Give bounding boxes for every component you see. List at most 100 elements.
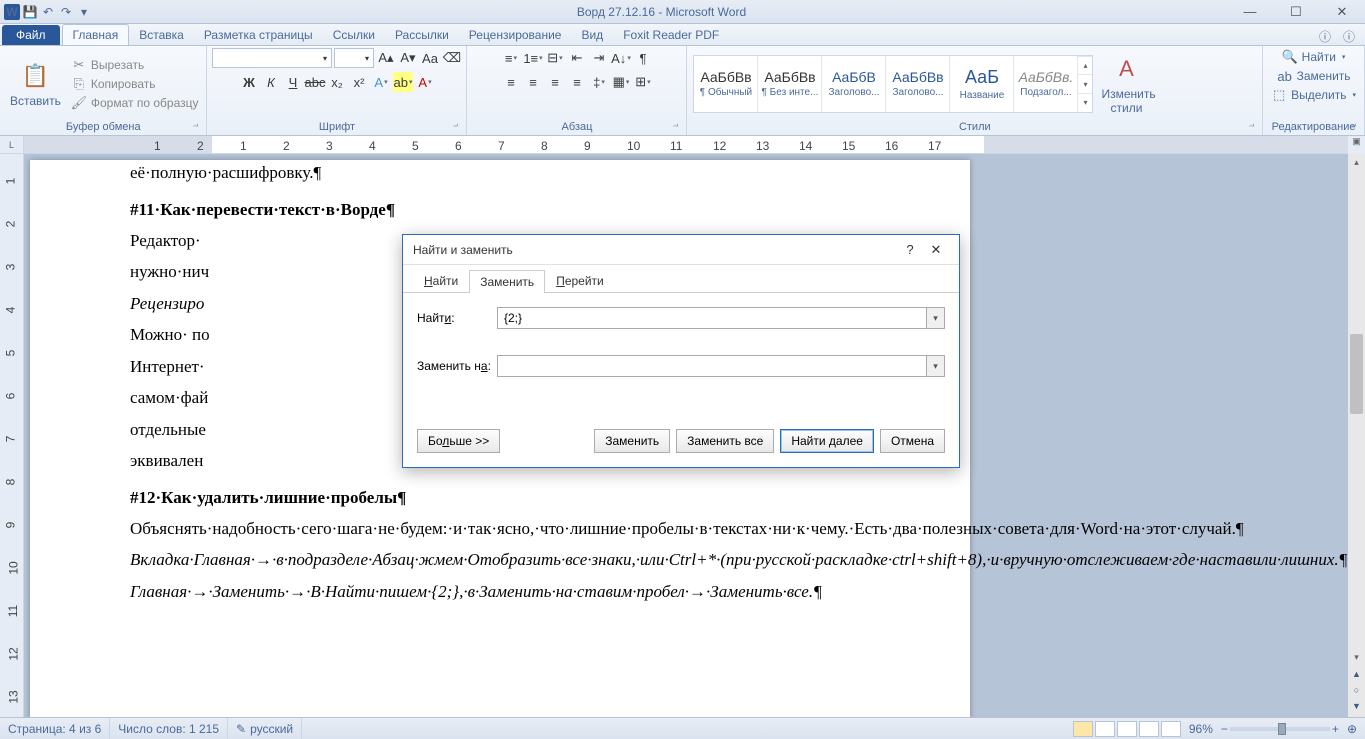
line-spacing-icon[interactable]: ‡	[589, 72, 609, 92]
style-no-spacing[interactable]: АаБбВв¶ Без инте...	[758, 56, 822, 112]
find-next-button[interactable]: Найти далее	[780, 429, 874, 453]
shrink-font-icon[interactable]: A▾	[398, 48, 418, 68]
browse-object[interactable]: ▲ ○ ▼	[1348, 669, 1365, 717]
styles-scroll[interactable]: ▴▾▾	[1078, 56, 1092, 112]
status-zoom[interactable]: 96%	[1189, 722, 1213, 736]
find-history-dropdown[interactable]: ▾	[926, 308, 944, 328]
tab-view[interactable]: Вид	[571, 25, 613, 45]
numbering-icon[interactable]: 1≡	[523, 48, 543, 68]
qat-more-icon[interactable]: ▾	[76, 4, 92, 20]
style-heading2[interactable]: АаБбВвЗаголово...	[886, 56, 950, 112]
change-case-icon[interactable]: Aa	[420, 48, 440, 68]
sort-icon[interactable]: A↓	[611, 48, 631, 68]
format-painter-button[interactable]: 🖌Формат по образцу	[69, 94, 201, 112]
minimize-ribbon-icon[interactable]: ⓘ	[1319, 28, 1331, 45]
zoom-slider[interactable]	[1230, 727, 1330, 731]
view-draft[interactable]	[1161, 721, 1181, 737]
replace-input[interactable]	[498, 356, 926, 376]
tab-home[interactable]: Главная	[62, 24, 130, 45]
copy-button[interactable]: ⎘Копировать	[69, 75, 201, 93]
tab-insert[interactable]: Вставка	[129, 25, 194, 45]
scroll-thumb[interactable]	[1350, 334, 1363, 414]
undo-icon[interactable]: ↶	[40, 4, 56, 20]
more-options-button[interactable]: Больше >>	[417, 429, 500, 453]
align-left-icon[interactable]: ≡	[501, 72, 521, 92]
font-color-icon[interactable]: A	[415, 72, 435, 92]
dialog-titlebar[interactable]: Найти и заменить ? ✕	[403, 235, 959, 265]
font-name-combo[interactable]: ▾	[212, 48, 332, 68]
italic-icon[interactable]: К	[261, 72, 281, 92]
grow-font-icon[interactable]: A▴	[376, 48, 396, 68]
underline-icon[interactable]: Ч	[283, 72, 303, 92]
tab-page-layout[interactable]: Разметка страницы	[194, 25, 323, 45]
help-icon[interactable]: ⓘ	[1343, 28, 1355, 45]
tab-review[interactable]: Рецензирование	[459, 25, 572, 45]
redo-icon[interactable]: ↷	[58, 4, 74, 20]
align-right-icon[interactable]: ≡	[545, 72, 565, 92]
align-center-icon[interactable]: ≡	[523, 72, 543, 92]
shading-icon[interactable]: ▦	[611, 72, 631, 92]
status-page[interactable]: Страница: 4 из 6	[0, 718, 110, 739]
show-marks-icon[interactable]: ¶	[633, 48, 653, 68]
replace-button[interactable]: abЗаменить	[1275, 67, 1353, 85]
style-title[interactable]: АаБНазвание	[950, 56, 1014, 112]
cancel-button[interactable]: Отмена	[880, 429, 945, 453]
tab-references[interactable]: Ссылки	[323, 25, 385, 45]
styles-gallery[interactable]: АаБбВв¶ Обычный АаБбВв¶ Без инте... АаБб…	[693, 55, 1093, 113]
subscript-icon[interactable]: x₂	[327, 72, 347, 92]
view-full-screen[interactable]	[1095, 721, 1115, 737]
scroll-down-icon[interactable]: ▾	[1348, 649, 1365, 666]
save-icon[interactable]: 💾	[22, 4, 38, 20]
highlight-icon[interactable]: ab	[393, 72, 413, 92]
dialog-tab-find[interactable]: Найти	[413, 269, 469, 292]
close-button[interactable]: ✕	[1319, 2, 1365, 22]
minimize-button[interactable]: —	[1227, 2, 1273, 22]
tab-mailings[interactable]: Рассылки	[385, 25, 459, 45]
replace-all-button[interactable]: Заменить все	[676, 429, 774, 453]
superscript-icon[interactable]: x²	[349, 72, 369, 92]
strike-icon[interactable]: abc	[305, 72, 325, 92]
zoom-in-icon[interactable]: +	[1332, 722, 1339, 736]
horizontal-ruler[interactable]: L 121234567891011121314151617	[0, 136, 1365, 154]
status-language[interactable]: ✎русский	[228, 718, 302, 739]
tab-foxit[interactable]: Foxit Reader PDF	[613, 25, 729, 45]
bullets-icon[interactable]: ≡	[501, 48, 521, 68]
vertical-ruler[interactable]: 12345678910111213	[0, 154, 24, 717]
browse-icon[interactable]: ○	[1348, 685, 1365, 701]
dialog-tab-replace[interactable]: Заменить	[469, 270, 545, 293]
multilevel-icon[interactable]: ⊟	[545, 48, 565, 68]
prev-page-icon[interactable]: ▲	[1348, 669, 1365, 685]
justify-icon[interactable]: ≡	[567, 72, 587, 92]
dialog-close-icon[interactable]: ✕	[923, 242, 949, 258]
outdent-icon[interactable]: ⇤	[567, 48, 587, 68]
find-button[interactable]: 🔍Найти▾	[1280, 48, 1348, 66]
zoom-out-icon[interactable]: −	[1221, 722, 1228, 736]
style-heading1[interactable]: АаБбВЗаголово...	[822, 56, 886, 112]
borders-icon[interactable]: ⊞	[633, 72, 653, 92]
next-page-icon[interactable]: ▼	[1348, 701, 1365, 717]
text-effects-icon[interactable]: A	[371, 72, 391, 92]
ruler-toggle-icon[interactable]: ▣	[1348, 136, 1365, 154]
replace-button[interactable]: Заменить	[594, 429, 670, 453]
view-outline[interactable]	[1139, 721, 1159, 737]
dialog-tab-goto[interactable]: Перейти	[545, 269, 615, 292]
replace-history-dropdown[interactable]: ▾	[926, 356, 944, 376]
vertical-scrollbar[interactable]: ▴ ▾ ▲ ○ ▼	[1348, 154, 1365, 717]
scroll-up-icon[interactable]: ▴	[1348, 154, 1365, 171]
status-word-count[interactable]: Число слов: 1 215	[110, 718, 228, 739]
font-size-combo[interactable]: ▾	[334, 48, 374, 68]
find-input[interactable]	[498, 308, 926, 328]
select-button[interactable]: ⬚Выделить▾	[1269, 86, 1358, 104]
view-print-layout[interactable]	[1073, 721, 1093, 737]
clear-format-icon[interactable]: ⌫	[442, 48, 462, 68]
zoom-fit-icon[interactable]: ⊕	[1347, 722, 1357, 736]
maximize-button[interactable]: ☐	[1273, 2, 1319, 22]
view-web[interactable]	[1117, 721, 1137, 737]
style-normal[interactable]: АаБбВв¶ Обычный	[694, 56, 758, 112]
paste-button[interactable]: 📋 Вставить	[6, 58, 65, 110]
dialog-help-icon[interactable]: ?	[897, 242, 923, 257]
indent-icon[interactable]: ⇥	[589, 48, 609, 68]
file-tab[interactable]: Файл	[2, 25, 60, 45]
tab-selector[interactable]: L	[0, 136, 24, 153]
bold-icon[interactable]: Ж	[239, 72, 259, 92]
